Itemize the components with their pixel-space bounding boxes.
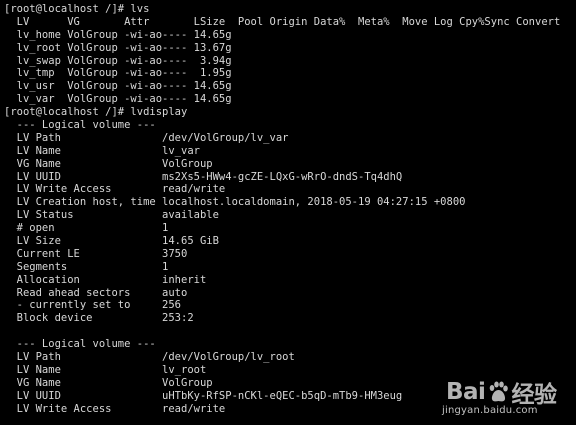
terminal-line-lvs-row: lv_usr VolGroup -wi-ao---- 14.65g	[4, 80, 232, 93]
terminal-line-prompt-lvdisplay: [root@localhost /]# lvdisplay	[4, 106, 188, 119]
terminal-window[interactable]: [root@localhost /]# lvs LV VG Attr LSize…	[0, 0, 576, 425]
watermark-brand-right: 经验	[511, 382, 557, 408]
terminal-line-lvs-row: lv_tmp VolGroup -wi-ao---- 1.95g	[4, 67, 232, 80]
terminal-line-field: LV UUID ms2Xs5-HWw4-gcZE-LQxG-wRrO-dndS-…	[4, 170, 403, 183]
terminal-line-lvs-row: lv_root VolGroup -wi-ao---- 13.67g	[4, 41, 232, 54]
terminal-line-field: LV Status available	[4, 209, 219, 222]
terminal-line-field: Segments 1	[4, 260, 169, 273]
terminal-line-field: LV Write Access read/write	[4, 183, 226, 196]
terminal-line-field: LV Path /dev/VolGroup/lv_root	[4, 351, 295, 364]
terminal-line-field: LV Name lv_var	[4, 144, 200, 157]
terminal-line-section-header: --- Logical volume ---	[4, 119, 156, 132]
terminal-line-lvs-row: lv_swap VolGroup -wi-ao---- 3.94g	[4, 54, 232, 67]
terminal-line-lvs-row: lv_var VolGroup -wi-ao---- 14.65g	[4, 93, 232, 106]
terminal-line-field: LV Path /dev/VolGroup/lv_var	[4, 131, 289, 144]
terminal-line-prompt-lvs: [root@localhost /]# lvs	[4, 3, 150, 15]
terminal-line-field: Current LE 3750	[4, 247, 188, 260]
terminal-line-field: LV Size 14.65 GiB	[4, 235, 219, 248]
terminal-line-lvs-row: lv_home VolGroup -wi-ao---- 14.65g	[4, 28, 232, 41]
terminal-line-field: VG Name VolGroup	[4, 157, 213, 170]
terminal-line-field: Read ahead sectors auto	[4, 286, 188, 299]
watermark-brand: Bai 经验	[446, 375, 557, 409]
baidu-jingyan-watermark: Bai 经验 jingyan.baidu.com	[442, 375, 570, 421]
terminal-line-section-header: --- Logical volume ---	[4, 338, 156, 351]
terminal-line-field: LV Creation host, time localhost.localdo…	[4, 196, 466, 209]
terminal-line-field: # open 1	[4, 222, 169, 235]
baidu-paw-icon	[490, 381, 509, 402]
terminal-line-lvs-header: LV VG Attr LSize Pool Origin Data% Meta%…	[4, 15, 561, 28]
watermark-brand-left: Bai	[446, 379, 486, 405]
terminal-line-field: Allocation inherit	[4, 273, 207, 286]
terminal-line-field: - currently set to 256	[4, 299, 182, 312]
watermark-url: jingyan.baidu.com	[442, 405, 538, 416]
terminal-line-field: Block device 253:2	[4, 312, 194, 325]
